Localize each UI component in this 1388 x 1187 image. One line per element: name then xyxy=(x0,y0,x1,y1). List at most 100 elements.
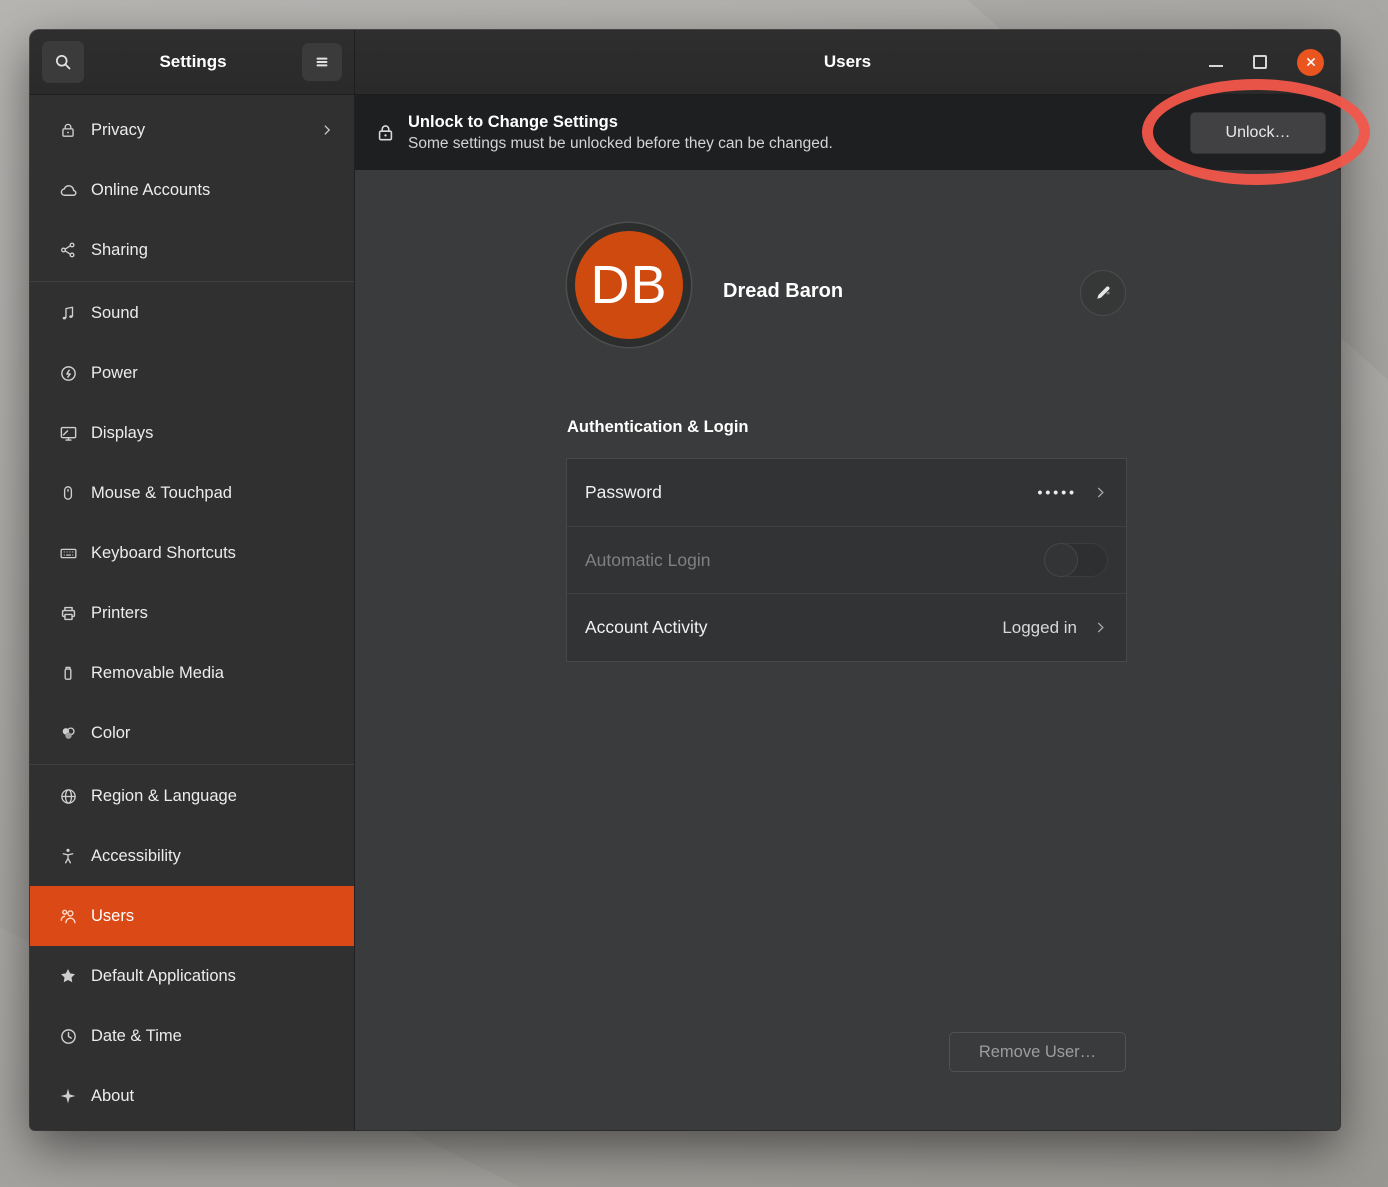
sidebar-item-label: Color xyxy=(91,724,130,743)
avatar[interactable]: DB xyxy=(567,223,691,347)
sidebar-item-users[interactable]: Users xyxy=(30,886,354,946)
sidebar-item-label: Removable Media xyxy=(91,664,224,683)
minimize-button[interactable] xyxy=(1209,65,1223,67)
chevron-right-icon xyxy=(1093,485,1108,500)
pencil-icon xyxy=(1093,283,1113,303)
sidebar-item-privacy[interactable]: Privacy xyxy=(30,100,354,160)
banner-subtitle: Some settings must be unlocked before th… xyxy=(408,135,833,153)
sidebar-separator xyxy=(30,281,354,282)
page-title: Users xyxy=(824,52,871,72)
sidebar-item-displays[interactable]: Displays xyxy=(30,403,354,463)
toggle-knob xyxy=(1044,543,1078,577)
music-note-icon xyxy=(58,303,78,323)
search-icon xyxy=(53,52,73,72)
globe-icon xyxy=(58,786,78,806)
password-label: Password xyxy=(585,482,662,503)
password-value-group: ••••• xyxy=(1037,484,1108,500)
users-content: DB Dread Baron Authentication & Login Pa… xyxy=(355,170,1340,1130)
power-icon xyxy=(58,363,78,383)
sidebar-item-removable-media[interactable]: Removable Media xyxy=(30,643,354,703)
sidebar-item-power[interactable]: Power xyxy=(30,343,354,403)
password-dots: ••••• xyxy=(1037,484,1077,500)
main-header: Users xyxy=(355,30,1340,94)
cloud-icon xyxy=(58,180,78,200)
chevron-right-icon xyxy=(1093,620,1108,635)
sidebar-item-online-accounts[interactable]: Online Accounts xyxy=(30,160,354,220)
sidebar-item-color[interactable]: Color xyxy=(30,703,354,763)
sidebar-item-label: Power xyxy=(91,364,138,383)
sidebar-item-date-time[interactable]: Date & Time xyxy=(30,1006,354,1066)
sidebar-item-label: Keyboard Shortcuts xyxy=(91,544,236,563)
star-icon xyxy=(58,966,78,986)
users-icon xyxy=(58,906,78,926)
titlebar: Settings Users xyxy=(30,30,1340,95)
sidebar-item-label: Accessibility xyxy=(91,847,181,866)
sidebar-item-label: Default Applications xyxy=(91,967,236,986)
edit-name-button[interactable] xyxy=(1080,270,1126,316)
hamburger-menu-icon xyxy=(313,53,331,71)
lock-icon xyxy=(58,120,78,140)
mouse-icon xyxy=(58,483,78,503)
sidebar-item-sharing[interactable]: Sharing xyxy=(30,220,354,280)
sidebar-item-label: Region & Language xyxy=(91,787,237,806)
color-icon xyxy=(58,723,78,743)
sidebar-item-label: Sound xyxy=(91,304,139,323)
keyboard-icon xyxy=(58,543,78,563)
sidebar-item-label: About xyxy=(91,1087,134,1106)
sidebar-item-label: Privacy xyxy=(91,121,145,140)
maximize-button[interactable] xyxy=(1253,55,1267,69)
sidebar-item-accessibility[interactable]: Accessibility xyxy=(30,826,354,886)
unlock-banner: Unlock to Change Settings Some settings … xyxy=(355,95,1340,170)
automatic-login-row: Automatic Login xyxy=(567,526,1126,594)
sidebar-item-label: Printers xyxy=(91,604,148,623)
clock-icon xyxy=(58,1026,78,1046)
sidebar-item-keyboard-shortcuts[interactable]: Keyboard Shortcuts xyxy=(30,523,354,583)
sidebar-item-about[interactable]: About xyxy=(30,1066,354,1126)
banner-title: Unlock to Change Settings xyxy=(408,113,833,132)
sidebar-item-label: Mouse & Touchpad xyxy=(91,484,232,503)
sidebar-item-mouse-touchpad[interactable]: Mouse & Touchpad xyxy=(30,463,354,523)
account-activity-value-group: Logged in xyxy=(1002,618,1108,638)
unlock-button[interactable]: Unlock… xyxy=(1190,112,1326,154)
automatic-login-label: Automatic Login xyxy=(585,550,711,571)
account-activity-value: Logged in xyxy=(1002,618,1077,638)
automatic-login-toggle[interactable] xyxy=(1044,543,1108,577)
account-activity-row[interactable]: Account Activity Logged in xyxy=(567,593,1126,661)
removable-media-icon xyxy=(58,663,78,683)
sidebar-item-label: Users xyxy=(91,907,134,926)
chevron-right-icon xyxy=(320,123,334,137)
window-controls xyxy=(1209,30,1324,94)
settings-window: Settings Users xyxy=(30,30,1340,1130)
sidebar-item-label: Date & Time xyxy=(91,1027,182,1046)
automatic-login-control xyxy=(1044,543,1108,577)
close-icon xyxy=(1304,55,1318,69)
sidebar-separator xyxy=(30,764,354,765)
sidebar-item-label: Online Accounts xyxy=(91,181,210,200)
sidebar-item-printers[interactable]: Printers xyxy=(30,583,354,643)
sidebar: Privacy Online Accounts Sharing Sound Po… xyxy=(30,95,355,1130)
printer-icon xyxy=(58,603,78,623)
banner-lock-icon xyxy=(375,121,396,144)
share-icon xyxy=(58,240,78,260)
sidebar-item-sound[interactable]: Sound xyxy=(30,283,354,343)
password-row[interactable]: Password ••••• xyxy=(567,459,1126,526)
auth-settings-group: Password ••••• Automatic Login Accou xyxy=(566,458,1127,662)
auth-section-heading: Authentication & Login xyxy=(567,418,748,437)
close-button[interactable] xyxy=(1297,49,1324,76)
accessibility-icon xyxy=(58,846,78,866)
window-body: Privacy Online Accounts Sharing Sound Po… xyxy=(30,95,1340,1130)
sidebar-item-region-language[interactable]: Region & Language xyxy=(30,766,354,826)
user-full-name: Dread Baron xyxy=(723,280,843,303)
sparkle-icon xyxy=(58,1086,78,1106)
banner-text: Unlock to Change Settings Some settings … xyxy=(408,113,833,153)
sidebar-item-label: Displays xyxy=(91,424,153,443)
remove-user-button[interactable]: Remove User… xyxy=(949,1032,1126,1072)
display-icon xyxy=(58,423,78,443)
menu-button[interactable] xyxy=(302,43,342,81)
search-button[interactable] xyxy=(42,41,84,83)
sidebar-title: Settings xyxy=(84,52,302,72)
account-activity-label: Account Activity xyxy=(585,617,708,638)
sidebar-header: Settings xyxy=(30,30,355,94)
sidebar-item-label: Sharing xyxy=(91,241,148,260)
sidebar-item-default-applications[interactable]: Default Applications xyxy=(30,946,354,1006)
